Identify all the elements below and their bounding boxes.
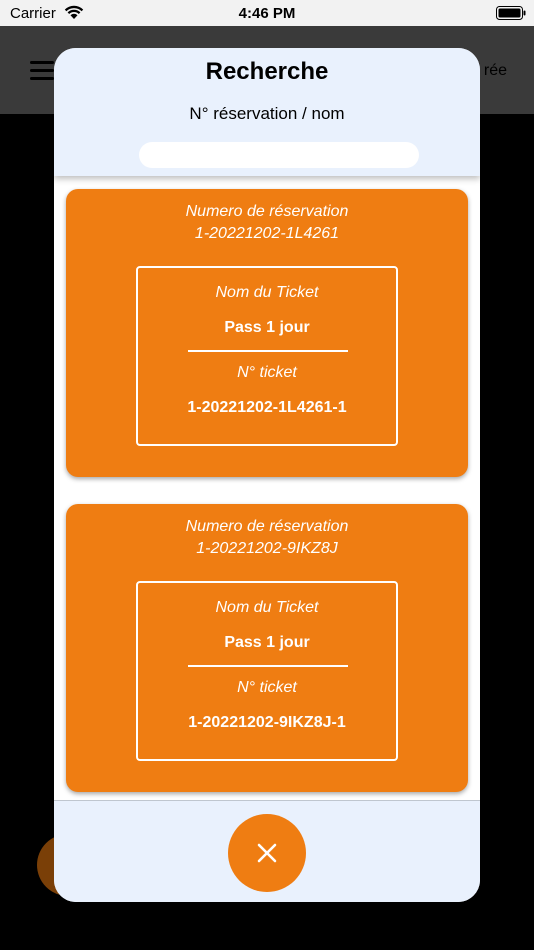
ticket-number: 1-20221202-9IKZ8J-1 <box>188 714 346 731</box>
menu-icon[interactable] <box>30 61 54 80</box>
results-list[interactable]: Numero de réservation 1-20221202-1L4261 … <box>54 176 480 800</box>
reservation-card[interactable]: Numero de réservation 1-20221202-9IKZ8J … <box>66 504 468 792</box>
search-label: N° réservation / nom <box>189 104 345 123</box>
ticket-box[interactable]: Nom du Ticket Pass 1 jour N° ticket 1-20… <box>136 581 398 761</box>
reservation-label: Numero de réservation <box>185 203 349 220</box>
ticket-number-label: N° ticket <box>237 679 297 696</box>
modal-footer <box>54 800 480 902</box>
ticket-name-label: Nom du Ticket <box>215 284 319 301</box>
modal-header: Recherche N° réservation / nom <box>54 48 480 176</box>
search-modal: Recherche N° réservation / nom Numero de… <box>54 48 480 902</box>
reservation-number: 1-20221202-9IKZ8J <box>196 540 338 557</box>
ticket-name: Pass 1 jour <box>224 319 310 336</box>
ticket-number-label: N° ticket <box>237 364 297 381</box>
ticket-number: 1-20221202-1L4261-1 <box>187 399 347 416</box>
ticket-name-label: Nom du Ticket <box>215 599 319 616</box>
status-time: 4:46 PM <box>238 5 296 22</box>
screen: Carrier 4:46 PM rée Recherche N° réserva… <box>0 0 534 950</box>
close-icon <box>257 843 277 863</box>
reservation-card[interactable]: Numero de réservation 1-20221202-1L4261 … <box>66 189 468 477</box>
reservation-label: Numero de réservation <box>185 518 349 535</box>
modal-title: Recherche <box>205 58 329 85</box>
close-button[interactable] <box>228 814 306 892</box>
battery-icon <box>496 6 526 20</box>
status-bar: Carrier 4:46 PM <box>0 0 534 26</box>
reservation-number: 1-20221202-1L4261 <box>194 225 340 242</box>
ticket-divider <box>188 665 348 667</box>
header-trailing-text: rée <box>483 62 507 79</box>
ticket-name: Pass 1 jour <box>224 634 310 651</box>
ticket-divider <box>188 350 348 352</box>
ticket-box[interactable]: Nom du Ticket Pass 1 jour N° ticket 1-20… <box>136 266 398 446</box>
search-input[interactable] <box>139 142 419 168</box>
